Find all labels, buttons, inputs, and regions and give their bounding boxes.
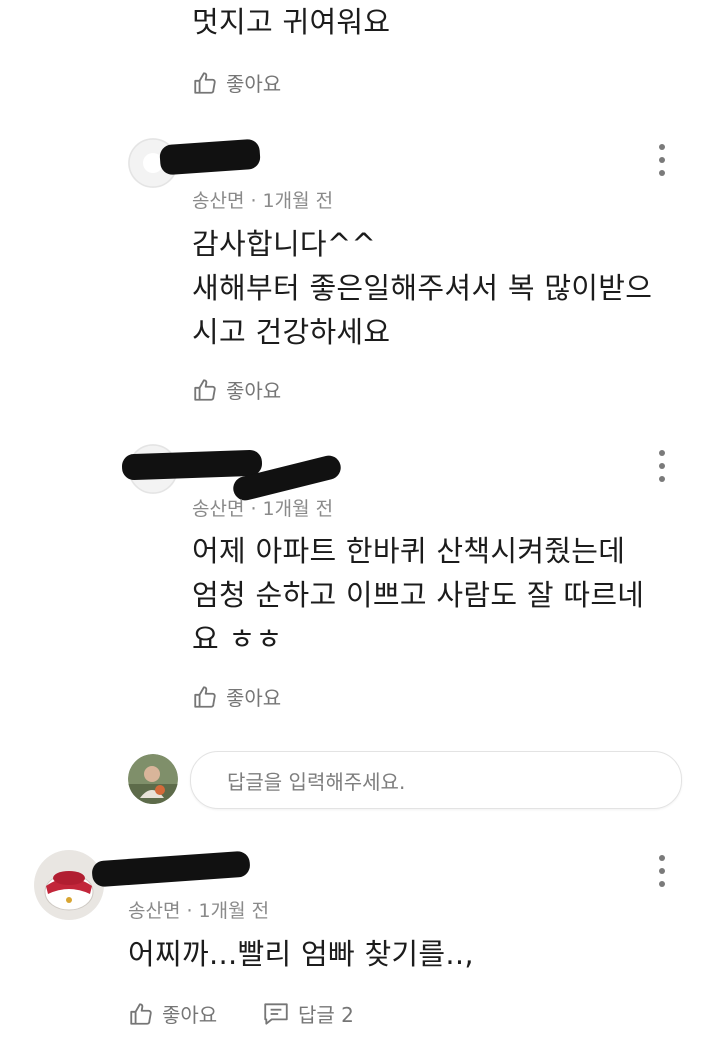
like-label: 좋아요: [226, 379, 282, 403]
comment-text: 감사합니다^^ 새해부터 좋은일해주셔서 복 많이받으 시고 건강하세요: [192, 222, 652, 354]
like-label: 좋아요: [226, 72, 282, 96]
comment-text: 멋지고 귀여워요: [192, 0, 390, 44]
redacted-username: [159, 138, 261, 176]
comment-meta: 송산면 · 1개월 전: [192, 190, 334, 212]
rice-cooker-avatar-icon: [34, 850, 104, 920]
like-label: 좋아요: [162, 1003, 218, 1027]
comment-meta: 송산면 · 1개월 전: [128, 900, 270, 922]
like-button[interactable]: 좋아요: [192, 682, 281, 711]
reply-count-label: 답글 2: [298, 1003, 354, 1027]
reply-input[interactable]: 답글을 입력해주세요.: [190, 751, 682, 809]
comment-line: 어제 아파트 한바퀴 산책시켜줬는데: [192, 534, 626, 568]
comment-meta: 송산면 · 1개월 전: [192, 498, 334, 520]
comment-line: 새해부터 좋은일해주셔서 복 많이받으: [192, 271, 653, 305]
like-label: 좋아요: [226, 686, 282, 710]
redacted-username: [91, 850, 251, 888]
thumbs-up-icon: [194, 378, 216, 401]
like-button[interactable]: 좋아요: [128, 999, 217, 1028]
more-options-icon[interactable]: [652, 851, 672, 891]
avatar[interactable]: [34, 850, 104, 920]
comment-text: 어찌까...빨리 엄빠 찾기를..,: [128, 932, 474, 976]
comment-text: 어제 아파트 한바퀴 산책시켜줬는데 엄청 순하고 이쁘고 사람도 잘 따르네 …: [192, 529, 644, 661]
comment-line: 감사합니다^^: [192, 227, 377, 261]
reply-input-placeholder: 답글을 입력해주세요.: [227, 769, 406, 794]
user-photo-icon: [128, 754, 178, 804]
my-avatar: [128, 754, 178, 804]
like-button[interactable]: 좋아요: [192, 375, 281, 404]
comment-line: 엄청 순하고 이쁘고 사람도 잘 따르네: [192, 578, 645, 612]
comment-line: 멋지고 귀여워요: [192, 5, 391, 39]
more-options-icon[interactable]: [652, 446, 672, 486]
thumbs-up-icon: [194, 685, 216, 708]
more-options-icon[interactable]: [652, 140, 672, 180]
comment-line: 시고 건강하세요: [192, 315, 391, 349]
reply-count-button[interactable]: 답글 2: [262, 999, 354, 1028]
comment-icon: [264, 1002, 288, 1025]
thumbs-up-icon: [194, 71, 216, 94]
like-button[interactable]: 좋아요: [192, 68, 281, 97]
comment-line: 어찌까...빨리 엄빠 찾기를..,: [128, 937, 474, 971]
comment-line: 요 ㅎㅎ: [192, 622, 283, 656]
thumbs-up-icon: [130, 1002, 152, 1025]
